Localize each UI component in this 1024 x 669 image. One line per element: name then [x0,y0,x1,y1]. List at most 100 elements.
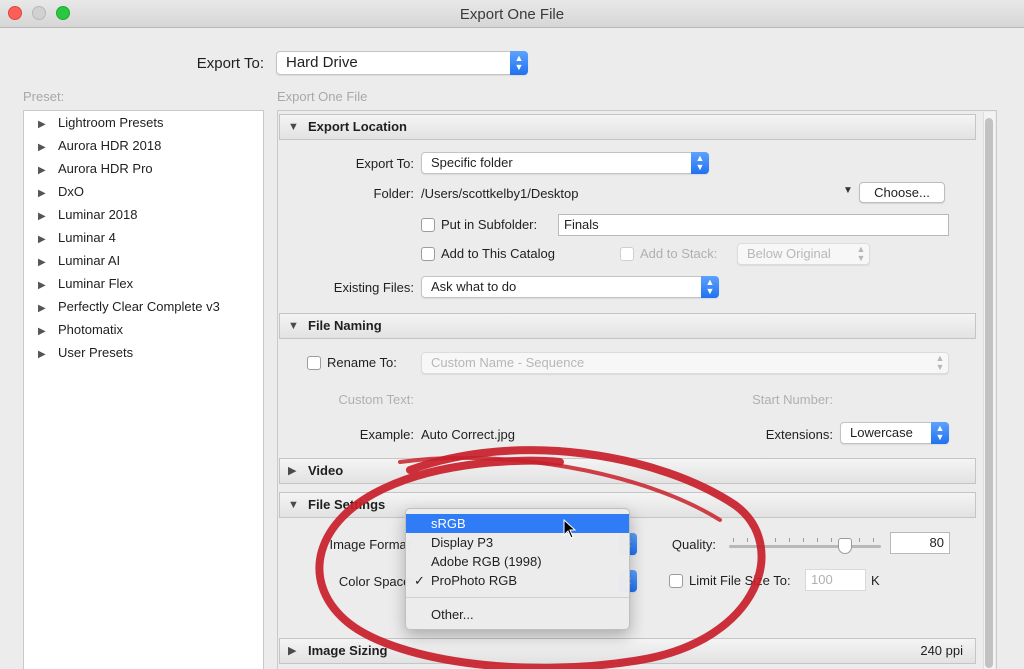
slider-tick [873,538,874,542]
chevron-updown-icon: ▲▼ [691,152,709,174]
extensions-label: Extensions: [765,427,833,442]
example-label: Example: [359,427,414,442]
preset-item[interactable]: ▶ Luminar 4 [38,230,116,245]
export-to-folder-label: Export To: [355,156,414,171]
color-space-option-display-p3[interactable]: Display P3 [406,533,629,552]
limit-file-size-unit: K [871,573,880,588]
rename-template-select[interactable]: Custom Name - Sequence ▲ ▼ [421,352,949,374]
export-to-value: Hard Drive [286,54,358,71]
add-to-stack-label: Add to Stack: [640,246,718,261]
example-value: Auto Correct.jpg [421,427,515,442]
chevron-updown-icon: ▲▼ [510,51,528,75]
slider-tick [733,538,734,542]
slider-tick [789,538,790,542]
add-to-catalog-checkbox[interactable] [421,247,435,261]
export-to-folder-select[interactable]: Specific folder ▲ ▼ [421,152,709,174]
limit-file-size-checkbox[interactable] [669,574,683,588]
limit-file-size-input[interactable]: 100 [805,569,866,591]
preset-item[interactable]: ▶ DxO [38,184,84,199]
preset-item[interactable]: ▶ Photomatix [38,322,123,337]
slider-tick [761,538,762,542]
disclosure-triangle-icon: ▼ [288,499,299,511]
preset-item[interactable]: ▶ Luminar 2018 [38,207,138,222]
disclosure-triangle-icon: ▶ [38,119,46,130]
disclosure-triangle-icon: ▶ [38,165,46,176]
color-space-option-prophoto-rgb[interactable]: ✓ ProPhoto RGB [406,571,629,590]
preset-list[interactable]: ▶ Lightroom Presets ▶ Aurora HDR 2018 ▶ Aur… [23,110,264,669]
existing-files-select[interactable]: Ask what to do ▲ ▼ [421,276,719,298]
disclosure-triangle-icon: ▶ [38,280,46,291]
color-space-option-adobe-rgb[interactable]: Adobe RGB (1998) [406,552,629,571]
chevron-updown-icon: ▲▼ [931,422,949,444]
folder-path: /Users/scottkelby1/Desktop [421,186,579,201]
slider-tick [775,538,776,542]
preset-label: Preset: [23,89,65,104]
slider-tick [817,538,818,542]
quality-label: Quality: [671,537,716,552]
slider-tick [831,538,832,542]
color-space-label: Color Space: [338,574,414,589]
disclosure-triangle-icon: ▶ [288,645,297,657]
folder-history-dropdown-icon[interactable]: ▼ [843,185,853,196]
put-in-subfolder-checkbox[interactable] [421,218,435,232]
start-number-label: Start Number: [752,392,833,407]
stack-position-select[interactable]: Below Original ▲ ▼ [737,243,870,265]
disclosure-triangle-icon: ▶ [38,234,46,245]
subfolder-name-input[interactable]: Finals [558,214,949,236]
chevron-updown-icon: ▲▼ [701,276,719,298]
disclosure-triangle-icon: ▶ [38,326,46,337]
section-header-file-naming[interactable]: ▼ File Naming [279,313,976,339]
choose-folder-button[interactable]: Choose... [859,182,945,203]
section-header-video[interactable]: ▶ Video [279,458,976,484]
custom-text-label: Custom Text: [338,392,414,407]
disclosure-triangle-icon: ▶ [38,142,46,153]
image-sizing-resolution: 240 ppi [920,643,963,658]
title-bar: Export One File [0,0,1024,28]
limit-file-size-label: Limit File Size To: [689,573,791,588]
add-to-stack-checkbox[interactable] [620,247,634,261]
color-space-option-srgb[interactable]: sRGB [406,514,629,533]
rename-to-label: Rename To: [327,355,397,370]
disclosure-triangle-icon: ▶ [288,465,297,477]
checkmark-icon: ✓ [414,573,425,588]
export-to-select[interactable]: Hard Drive ▲ ▼ [276,51,528,75]
slider-tick [859,538,860,542]
chevron-updown-icon: ▲▼ [935,353,945,372]
preset-item[interactable]: ▶ Luminar Flex [38,276,133,291]
quality-input[interactable]: 80 [890,532,950,554]
preset-item[interactable]: ▶ Luminar AI [38,253,120,268]
disclosure-triangle-icon: ▼ [288,320,299,332]
chevron-updown-icon: ▲▼ [856,244,866,263]
preset-item[interactable]: ▶ Aurora HDR 2018 [38,138,161,153]
preset-item[interactable]: ▶ Aurora HDR Pro [38,161,153,176]
menu-separator [406,597,629,598]
mouse-pointer-icon [563,519,577,539]
panel-label: Export One File [277,89,368,104]
rename-to-checkbox[interactable] [307,356,321,370]
quality-slider-knob[interactable] [838,538,852,554]
disclosure-triangle-icon: ▶ [38,257,46,268]
extensions-select[interactable]: Lowercase ▲ ▼ [840,422,949,444]
window-title: Export One File [459,6,565,23]
slider-tick [803,538,804,542]
existing-files-label: Existing Files: [333,280,414,295]
put-in-subfolder-label: Put in Subfolder: [441,217,538,232]
preset-item[interactable]: ▶ User Presets [38,345,133,360]
section-header-image-sizing[interactable]: ▶ Image Sizing 240 ppi [279,638,976,664]
section-header-export-location[interactable]: ▼ Export Location [279,114,976,140]
disclosure-triangle-icon: ▶ [38,211,46,222]
disclosure-triangle-icon: ▶ [38,303,46,314]
folder-label: Folder: [373,186,414,201]
preset-item[interactable]: ▶ Lightroom Presets [38,115,164,130]
slider-tick [747,538,748,542]
disclosure-triangle-icon: ▶ [38,188,46,199]
scrollbar-thumb[interactable] [985,118,993,668]
quality-slider-track[interactable] [729,545,881,548]
color-space-option-other[interactable]: Other... [406,605,629,624]
color-space-menu[interactable]: sRGB Display P3 Adobe RGB (1998) ✓ ProPho… [405,508,630,630]
export-to-label: Export To: [196,55,264,72]
disclosure-triangle-icon: ▶ [38,349,46,360]
add-to-catalog-label: Add to This Catalog [441,246,555,261]
preset-item[interactable]: ▶ Perfectly Clear Complete v3 [38,299,220,314]
disclosure-triangle-icon: ▼ [288,121,299,133]
